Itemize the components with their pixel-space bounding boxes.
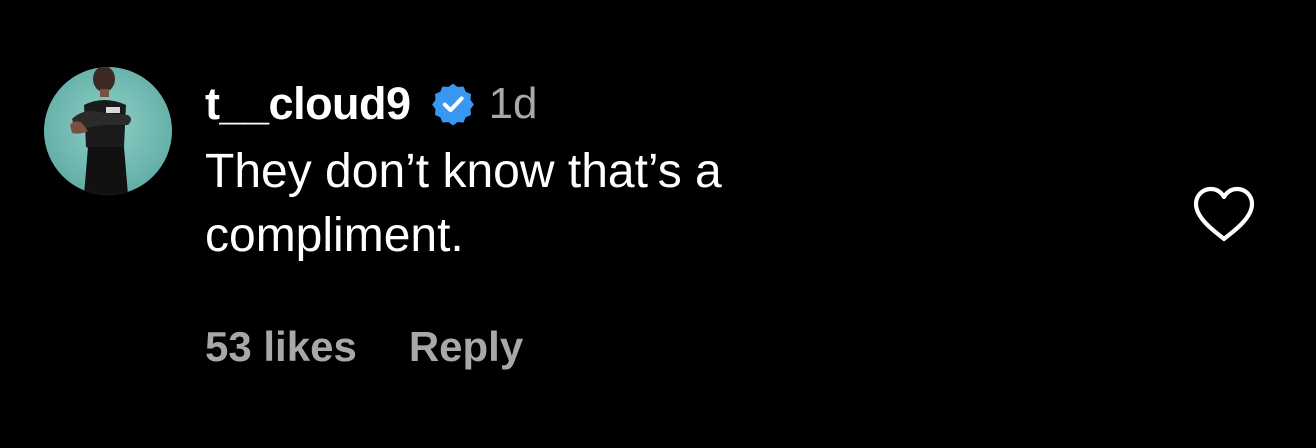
reply-button[interactable]: Reply — [409, 323, 523, 371]
avatar-image — [44, 67, 172, 195]
like-button[interactable] — [1190, 184, 1258, 244]
avatar[interactable] — [44, 67, 172, 195]
likes-count[interactable]: 53 likes — [205, 323, 357, 371]
timestamp: 1d — [488, 79, 538, 128]
comment: t__cloud9 1d They don’t know that’s a co… — [0, 0, 1316, 448]
username[interactable]: t__cloud9 — [205, 78, 411, 130]
comment-actions: 53 likes Reply — [205, 323, 523, 371]
comment-header: t__cloud9 1d — [205, 74, 1105, 134]
verified-badge-icon — [431, 82, 475, 126]
heart-outline-icon — [1193, 186, 1255, 242]
comment-body: t__cloud9 1d They don’t know that’s a co… — [205, 74, 1105, 268]
comment-text: They don’t know that’s a compliment. — [205, 145, 722, 262]
